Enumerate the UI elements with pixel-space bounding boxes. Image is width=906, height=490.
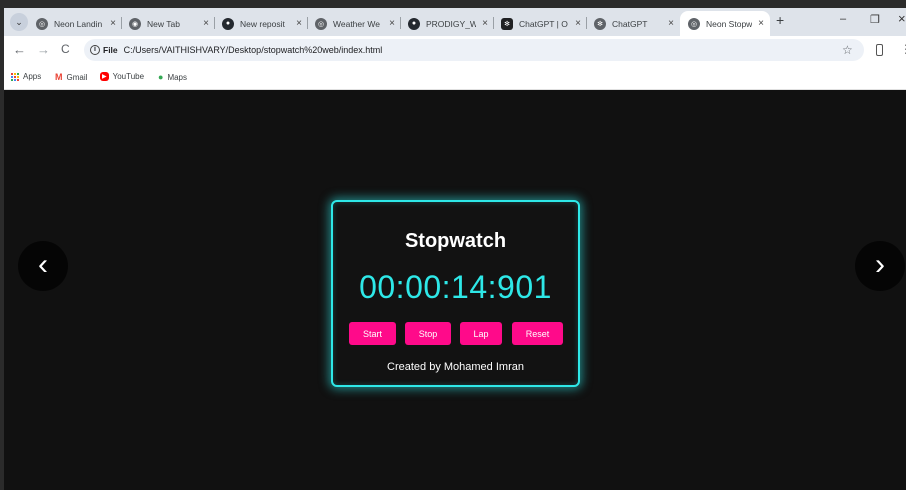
tab-neon-stopwatch[interactable]: ◎ Neon Stopw × bbox=[680, 11, 770, 36]
next-arrow-button[interactable]: › bbox=[855, 241, 905, 291]
stop-button[interactable]: Stop bbox=[405, 322, 451, 345]
bookmark-gmail[interactable]: M Gmail bbox=[55, 72, 87, 82]
tab-new-repository[interactable]: ● New reposit × bbox=[220, 11, 304, 36]
tab-separator bbox=[121, 17, 122, 29]
globe-icon: ◎ bbox=[688, 17, 700, 30]
site-info-chip[interactable]: i File bbox=[90, 45, 118, 55]
tab-separator bbox=[214, 17, 215, 29]
globe-icon: ◎ bbox=[36, 17, 48, 30]
lap-button[interactable]: Lap bbox=[460, 322, 502, 345]
tab-title: New reposit bbox=[240, 18, 285, 29]
tab-chatgpt-1[interactable]: ✻ ChatGPT | O × bbox=[499, 11, 583, 36]
tab-prodigy[interactable]: ● PRODIGY_W × bbox=[406, 11, 490, 36]
github-icon: ● bbox=[408, 17, 420, 30]
tab-separator bbox=[493, 17, 494, 29]
page-viewport: ‹ › Stopwatch 00:00:14:901 Start Stop La… bbox=[4, 90, 906, 490]
chatgpt-icon: ✻ bbox=[594, 17, 606, 30]
screen: ⌄ ◎ Neon Landin × ◉ New Tab × ● New repo… bbox=[0, 0, 906, 490]
github-icon: ● bbox=[222, 17, 234, 30]
prev-arrow-button[interactable]: ‹ bbox=[18, 241, 68, 291]
tab-title: ChatGPT | O bbox=[519, 18, 568, 29]
tab-title: Neon Stopw bbox=[706, 18, 752, 29]
new-tab-button[interactable]: + bbox=[776, 12, 784, 28]
bookmark-label: YouTube bbox=[112, 72, 145, 81]
scheme-label: File bbox=[103, 45, 118, 55]
tab-separator bbox=[400, 17, 401, 29]
bookmark-apps[interactable]: Apps bbox=[11, 72, 41, 81]
close-icon[interactable]: × bbox=[666, 18, 676, 29]
stopwatch-title: Stopwatch bbox=[404, 230, 507, 252]
tab-separator bbox=[307, 17, 308, 29]
maps-pin-icon: ● bbox=[158, 72, 164, 82]
extension-icon[interactable] bbox=[876, 44, 883, 56]
tab-title: Neon Landin bbox=[54, 18, 103, 29]
bookmark-youtube[interactable]: ▶ YouTube bbox=[100, 72, 144, 81]
back-button[interactable]: ← bbox=[13, 42, 26, 57]
tab-title: ChatGPT bbox=[612, 18, 648, 29]
close-icon[interactable]: × bbox=[387, 18, 397, 29]
tab-search-chevron-icon[interactable]: ⌄ bbox=[10, 13, 28, 31]
close-icon[interactable]: × bbox=[573, 18, 583, 29]
bookmark-label: Apps bbox=[23, 72, 42, 81]
url-text: C:/Users/VAITHISHVARY/Desktop/stopwatch%… bbox=[123, 45, 383, 55]
tab-chatgpt-2[interactable]: ✻ ChatGPT × bbox=[592, 11, 676, 36]
close-icon[interactable]: × bbox=[201, 18, 211, 29]
tab-strip: ⌄ ◎ Neon Landin × ◉ New Tab × ● New repo… bbox=[4, 8, 906, 36]
time-display: 00:00:14:901 bbox=[359, 269, 552, 305]
browser-toolbar: ← → C i File C:/Users/VAITHISHVARY/Deskt… bbox=[4, 36, 906, 66]
globe-icon: ◎ bbox=[315, 17, 327, 30]
tab-title: New Tab bbox=[147, 18, 180, 29]
stopwatch-card: Stopwatch 00:00:14:901 Start Stop Lap Re… bbox=[331, 200, 580, 387]
browser-menu-button[interactable]: ⋮ bbox=[900, 42, 906, 56]
bookmark-maps[interactable]: ● Maps bbox=[158, 72, 187, 82]
restore-button[interactable]: ❐ bbox=[870, 13, 880, 26]
bookmark-star-icon[interactable]: ☆ bbox=[842, 43, 853, 57]
address-bar[interactable]: i File C:/Users/VAITHISHVARY/Desktop/sto… bbox=[84, 39, 864, 61]
info-icon: i bbox=[90, 45, 100, 55]
tab-title: Weather We bbox=[333, 18, 380, 29]
start-button[interactable]: Start bbox=[349, 322, 396, 345]
reload-button[interactable]: C bbox=[61, 42, 70, 56]
close-icon[interactable]: × bbox=[294, 18, 304, 29]
window-close-button[interactable]: × bbox=[898, 11, 906, 26]
chatgpt-icon: ✻ bbox=[501, 17, 513, 30]
close-icon[interactable]: × bbox=[480, 18, 490, 29]
chevron-right-icon: › bbox=[875, 248, 885, 281]
forward-button[interactable]: → bbox=[37, 42, 50, 57]
close-icon[interactable]: × bbox=[756, 18, 766, 29]
bookmark-label: Maps bbox=[167, 72, 187, 82]
bookmarks-bar: Apps M Gmail ▶ YouTube ● Maps bbox=[4, 66, 906, 90]
gmail-icon: M bbox=[55, 72, 63, 82]
chevron-left-icon: ‹ bbox=[38, 248, 48, 281]
browser-chrome: ⌄ ◎ Neon Landin × ◉ New Tab × ● New repo… bbox=[4, 8, 906, 90]
tab-neon-landing[interactable]: ◎ Neon Landin × bbox=[34, 11, 118, 36]
close-icon[interactable]: × bbox=[108, 18, 118, 29]
reset-button[interactable]: Reset bbox=[512, 322, 563, 345]
bookmark-label: Gmail bbox=[66, 72, 88, 82]
tab-new-tab[interactable]: ◉ New Tab × bbox=[127, 11, 211, 36]
chrome-icon: ◉ bbox=[129, 17, 141, 30]
credit-text: Created by Mohamed Imran bbox=[387, 361, 524, 373]
minimize-button[interactable]: – bbox=[840, 13, 846, 25]
tab-separator bbox=[586, 17, 587, 29]
tab-weather[interactable]: ◎ Weather We × bbox=[313, 11, 397, 36]
youtube-icon: ▶ bbox=[100, 72, 109, 81]
apps-grid-icon bbox=[11, 72, 19, 81]
tab-title: PRODIGY_W bbox=[426, 18, 476, 29]
